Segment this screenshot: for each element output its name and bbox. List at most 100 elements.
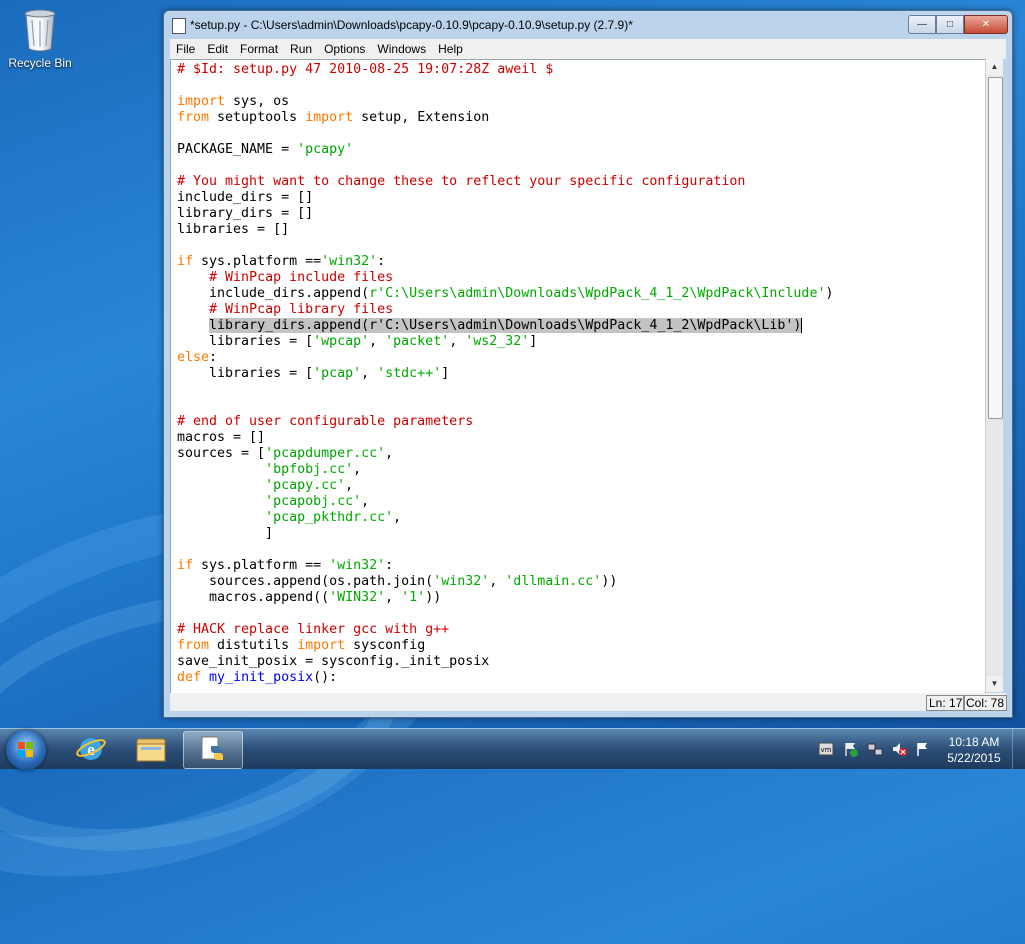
code-keyword: if — [177, 254, 194, 269]
show-hidden-icons-flag-icon[interactable] — [915, 741, 931, 757]
line-number-status: Ln: 17 — [926, 695, 966, 711]
column-number-status: Col: 78 — [963, 695, 1008, 711]
code-line[interactable]: libraries = ['pcap', 'stdc++'] — [177, 366, 449, 381]
code-token: , — [361, 366, 378, 381]
volume-muted-icon[interactable] — [891, 741, 907, 757]
code-string: 'pcap_pkthdr.cc' — [265, 510, 394, 525]
code-comment: # WinPcap library files — [209, 302, 394, 317]
code-line[interactable]: 'pcap_pkthdr.cc', — [177, 510, 401, 525]
recycle-bin-shortcut[interactable]: Recycle Bin — [4, 6, 76, 70]
code-line[interactable]: include_dirs.append(r'C:\Users\admin\Dow… — [177, 286, 833, 301]
code-keyword: from — [177, 110, 210, 125]
menu-edit[interactable]: Edit — [201, 42, 234, 56]
code-line[interactable]: include_dirs = [] — [177, 190, 313, 205]
title-bar[interactable]: *setup.py - C:\Users\admin\Downloads\pca… — [164, 11, 1012, 39]
menu-run[interactable]: Run — [284, 42, 318, 56]
code-string: r'C:\Users\admin\Downloads\WpdPack_4_1_2… — [369, 286, 826, 301]
code-line[interactable]: 'bpfobj.cc', — [177, 462, 361, 477]
code-token: macros = [] — [177, 430, 266, 445]
code-line[interactable]: # end of user configurable parameters — [177, 414, 473, 429]
code-line[interactable]: import sys, os — [177, 94, 289, 109]
idle-editor-window: *setup.py - C:\Users\admin\Downloads\pca… — [163, 10, 1013, 718]
code-comment: # HACK replace linker gcc with g++ — [177, 622, 450, 637]
vmware-tools-icon[interactable]: vm — [818, 741, 834, 757]
code-editor[interactable]: # $Id: setup.py 47 2010-08-25 19:07:28Z … — [170, 59, 986, 694]
code-line[interactable]: macros = [] — [177, 430, 265, 445]
system-clock[interactable]: 10:18 AM 5/22/2015 — [940, 734, 1008, 766]
network-icon[interactable] — [867, 741, 883, 757]
code-token: : — [209, 350, 218, 365]
code-token: libraries = [ — [177, 366, 314, 381]
code-line[interactable]: libraries = [] — [177, 222, 289, 237]
maximize-button[interactable]: □ — [936, 15, 964, 34]
code-line[interactable]: else: — [177, 350, 217, 365]
code-string: 'packet' — [385, 334, 450, 349]
menu-format[interactable]: Format — [234, 42, 284, 56]
menu-options[interactable]: Options — [318, 42, 371, 56]
show-desktop-button[interactable] — [1012, 729, 1025, 769]
code-line[interactable]: # WinPcap include files — [177, 270, 393, 285]
code-line[interactable]: library_dirs = [] — [177, 206, 313, 221]
code-line[interactable]: if sys.platform =='win32': — [177, 254, 385, 269]
code-token: distutils — [209, 638, 298, 653]
code-line[interactable]: save_init_posix = sysconfig._init_posix — [177, 654, 489, 669]
code-keyword: else — [177, 350, 210, 365]
scroll-thumb[interactable] — [988, 77, 1003, 419]
code-line[interactable]: 'pcapy.cc', — [177, 478, 353, 493]
window-title: *setup.py - C:\Users\admin\Downloads\pca… — [190, 18, 633, 32]
code-line[interactable]: PACKAGE_NAME = 'pcapy' — [177, 142, 353, 157]
code-string: 'ws2_32' — [465, 334, 530, 349]
code-token: sys, os — [225, 94, 290, 109]
code-text[interactable]: # $Id: setup.py 47 2010-08-25 19:07:28Z … — [177, 62, 833, 686]
scroll-up-arrow-icon[interactable]: ▲ — [986, 59, 1003, 75]
code-line[interactable]: 'pcapobj.cc', — [177, 494, 369, 509]
code-token: , — [369, 334, 386, 349]
code-line[interactable]: libraries = ['wpcap', 'packet', 'ws2_32'… — [177, 334, 537, 349]
code-line[interactable]: from distutils import sysconfig — [177, 638, 425, 653]
code-string: 'pcapy.cc' — [265, 478, 346, 493]
action-center-flag-icon[interactable] — [843, 741, 859, 757]
code-token: setuptools — [209, 110, 306, 125]
menu-windows[interactable]: Windows — [371, 42, 432, 56]
code-line[interactable]: from setuptools import setup, Extension — [177, 110, 489, 125]
vertical-scrollbar[interactable]: ▲ ▼ — [985, 59, 1003, 692]
code-string: 'pcapdumper.cc' — [265, 446, 386, 461]
scroll-down-arrow-icon[interactable]: ▼ — [986, 676, 1003, 692]
code-line[interactable]: def my_init_posix(): — [177, 670, 337, 685]
code-comment: # You might want to change these to refl… — [177, 174, 746, 189]
menu-help[interactable]: Help — [432, 42, 469, 56]
taskbar-python-idle[interactable] — [183, 731, 243, 769]
taskbar-file-explorer[interactable] — [122, 731, 180, 767]
code-line[interactable]: if sys.platform == 'win32': — [177, 558, 393, 573]
minimize-button[interactable]: — — [908, 15, 936, 34]
code-token: PACKAGE_NAME = — [177, 142, 298, 157]
text-cursor — [801, 318, 803, 333]
code-line[interactable]: sources.append(os.path.join('win32', 'dl… — [177, 574, 617, 589]
code-line[interactable]: library_dirs.append(r'C:\Users\admin\Dow… — [177, 318, 803, 333]
code-line[interactable]: # $Id: setup.py 47 2010-08-25 19:07:28Z … — [177, 62, 553, 77]
folder-icon — [136, 738, 166, 762]
code-line[interactable]: macros.append(('WIN32', '1')) — [177, 590, 441, 605]
code-comment: # WinPcap include files — [209, 270, 394, 285]
menu-file[interactable]: File — [170, 42, 201, 56]
code-token: , — [489, 574, 506, 589]
code-token: , — [361, 494, 370, 509]
code-token: setup, Extension — [353, 110, 490, 125]
code-string: 'win32' — [329, 558, 386, 573]
start-button[interactable] — [6, 730, 46, 770]
code-token: sources = [ — [177, 446, 266, 461]
code-token: , — [353, 462, 362, 477]
code-line[interactable]: sources = ['pcapdumper.cc', — [177, 446, 393, 461]
code-line[interactable]: # WinPcap library files — [177, 302, 393, 317]
code-token: , — [393, 510, 402, 525]
code-line[interactable]: # HACK replace linker gcc with g++ — [177, 622, 449, 637]
taskbar-internet-explorer[interactable]: e — [62, 731, 120, 767]
code-keyword: import — [305, 110, 354, 125]
close-button[interactable]: ✕ — [964, 15, 1008, 34]
code-line[interactable]: ] — [177, 526, 273, 541]
code-token: libraries = [ — [177, 334, 314, 349]
code-token: ] — [177, 526, 274, 541]
code-line[interactable]: # You might want to change these to refl… — [177, 174, 745, 189]
code-token: macros.append(( — [177, 590, 330, 605]
